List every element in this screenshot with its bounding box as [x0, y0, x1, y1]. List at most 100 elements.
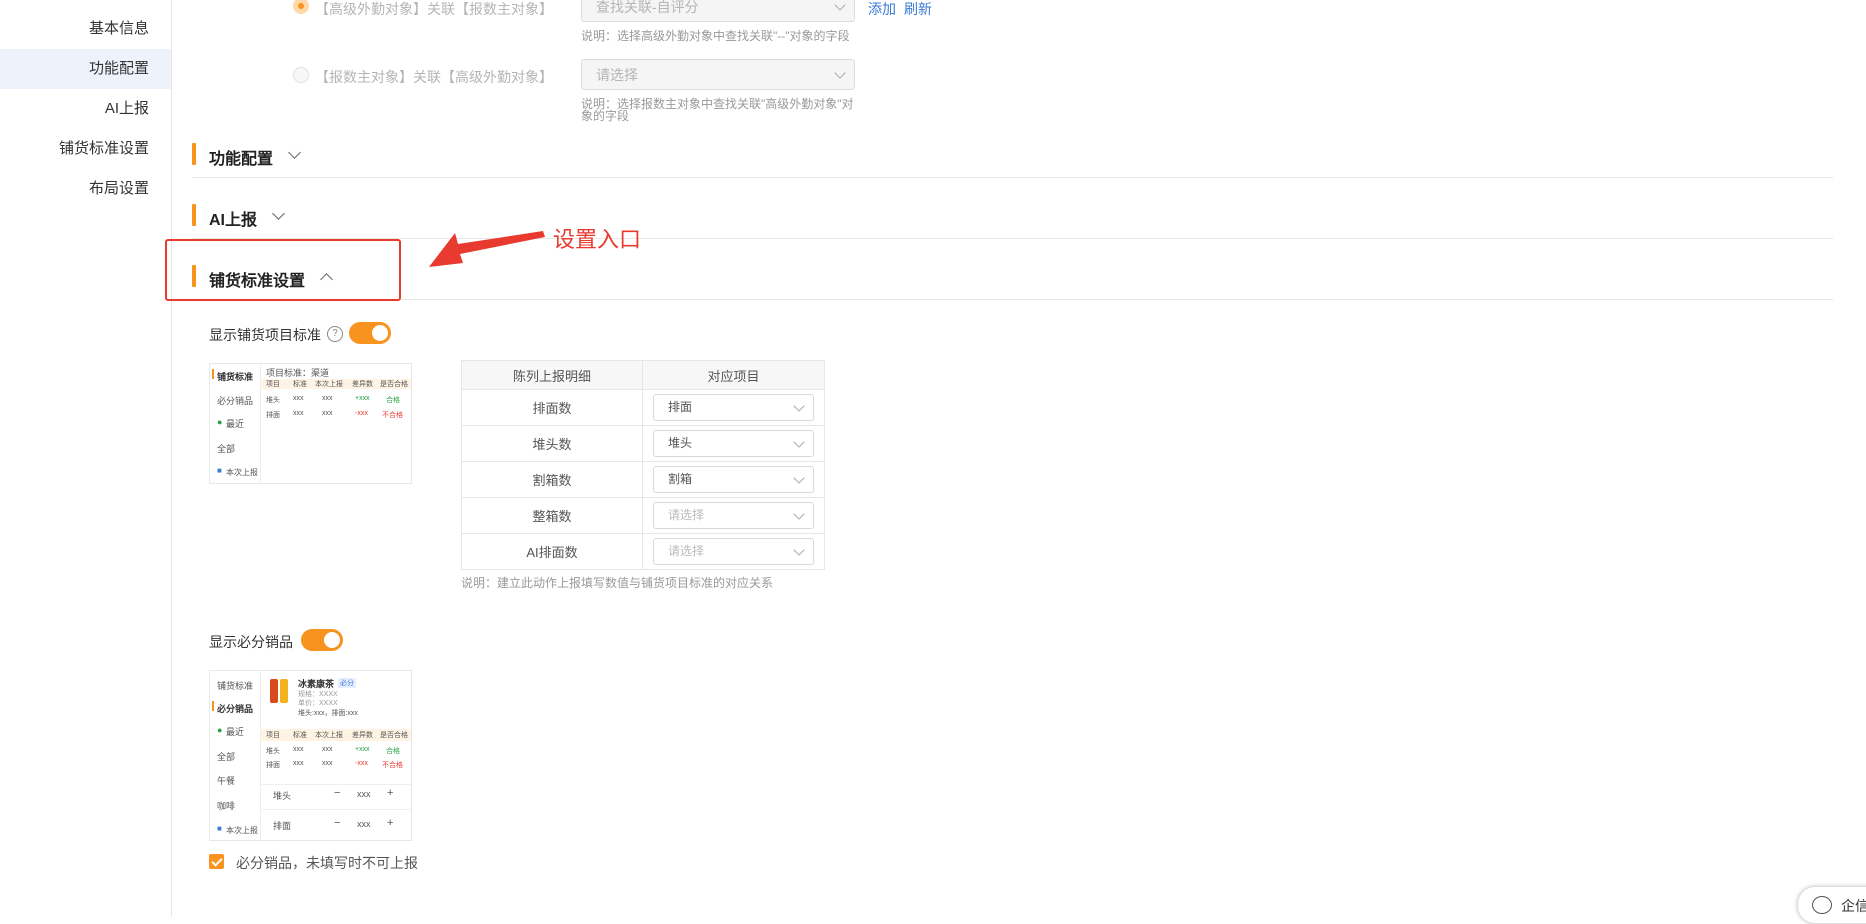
display-standard-label: 显示铺货项目标准	[209, 327, 321, 343]
chevron-down-icon[interactable]	[288, 146, 301, 159]
chevron-down-icon[interactable]	[272, 207, 285, 220]
thumb-cell: xxx	[322, 760, 333, 767]
display-standard-toggle[interactable]	[349, 322, 391, 344]
thumb-tab: 最近	[226, 419, 245, 429]
table-cell-name: 堆头数	[461, 425, 643, 462]
thumb-tab: 必分销品	[217, 396, 254, 406]
must-sell-preview: 铺货标准 必分销品 ● 最近 全部 午餐 咖啡 ■ 本次上报 冰素康茶 必分 规…	[209, 670, 412, 841]
relation-label-2: 【报数主对象】关联【高级外勤对象】	[315, 69, 553, 85]
relation-select-1-value: 查找关联-自评分	[596, 0, 699, 15]
thumb-cell: -xxx	[355, 760, 368, 767]
thumb-cell: 排面	[266, 412, 280, 419]
thumb-cell: -xxx	[355, 410, 368, 417]
thumb-cell: +xxx	[355, 746, 370, 753]
chevron-down-icon	[793, 544, 805, 556]
refresh-link[interactable]: 刷新	[904, 0, 932, 19]
section-title-display-standard[interactable]: 铺货标准设置	[209, 267, 305, 291]
thumb-stepper-label: 堆头	[273, 791, 292, 801]
mapping-select[interactable]: 排面	[653, 394, 814, 421]
thumb-cell: xxx	[293, 746, 304, 753]
thumb-tab: ■	[217, 824, 222, 833]
help-icon[interactable]: ?	[327, 326, 343, 342]
mapping-table: 陈列上报明细 对应项目 排面数 排面 堆头数 堆头 割箱数 割箱 整箱数 请选择…	[461, 360, 825, 570]
thumb-stepper-value: xxx	[357, 789, 371, 799]
chat-float-button[interactable]: 企信	[1797, 886, 1866, 924]
sidebar-item-display-standard[interactable]: 铺货标准设置	[0, 129, 171, 169]
mapping-select[interactable]: 请选择	[653, 502, 814, 529]
thumb-product-meta: 单价：XXXX	[298, 700, 338, 707]
thumb-tab: 铺货标准	[217, 372, 254, 382]
thumb-col: 差异数	[352, 381, 373, 388]
thumb-tab: 本次上报	[226, 826, 258, 835]
thumb-cell: xxx	[322, 395, 333, 402]
table-row: 割箱数 割箱	[461, 461, 825, 498]
thumb-col: 项目	[266, 381, 280, 388]
sidebar-item-function-config[interactable]: 功能配置	[0, 49, 171, 89]
thumb-tab: 全部	[217, 752, 236, 762]
thumb-tab: 最近	[226, 727, 245, 737]
relation-radio-1[interactable]	[293, 0, 309, 14]
section-title-function[interactable]: 功能配置	[209, 145, 273, 169]
thumb-col: 是否合格	[380, 732, 408, 739]
section-title-ai[interactable]: AI上报	[209, 206, 257, 230]
table-header: 对应项目	[642, 360, 825, 390]
add-link[interactable]: 添加	[868, 0, 896, 19]
mapping-select-value: 割箱	[668, 472, 693, 486]
thumb-cell: xxx	[293, 760, 304, 767]
table-cell-name: AI排面数	[461, 533, 643, 570]
thumb-tab: 本次上报	[226, 468, 258, 477]
mapping-select[interactable]: 割箱	[653, 466, 814, 493]
thumb-cell: 不合格	[382, 412, 403, 419]
thumb-cell: 合格	[386, 397, 400, 404]
sidebar-item-layout[interactable]: 布局设置	[0, 169, 171, 209]
thumb-cell: xxx	[293, 395, 304, 402]
table-header: 陈列上报明细	[461, 360, 643, 390]
chat-label: 企信	[1841, 898, 1866, 914]
divider	[401, 299, 1833, 300]
sidebar: 基本信息 功能配置 AI上报 铺货标准设置 布局设置	[0, 0, 172, 917]
chevron-down-icon	[834, 67, 846, 79]
mapping-note: 说明：建立此动作上报填写数值与铺货项目标准的对应关系	[461, 576, 774, 590]
chevron-down-icon	[793, 436, 805, 448]
sidebar-item-ai-report[interactable]: AI上报	[0, 89, 171, 129]
table-row: 堆头数 堆头	[461, 425, 825, 462]
thumb-tab: 铺货标准	[217, 681, 254, 691]
section-accent-bar	[192, 143, 196, 165]
thumb-tab: 全部	[217, 444, 236, 454]
table-row: 整箱数 请选择	[461, 497, 825, 534]
thumb-stepper-label: 排面	[273, 821, 292, 831]
section-accent-bar	[192, 265, 196, 287]
relation-radio-2[interactable]	[293, 67, 309, 83]
thumb-col: 项目	[266, 732, 280, 739]
mapping-select[interactable]: 堆头	[653, 430, 814, 457]
mapping-select-value: 排面	[668, 400, 693, 414]
mapping-select-placeholder: 请选择	[668, 508, 705, 522]
mapping-select[interactable]: 请选择	[653, 538, 814, 565]
mapping-table-wrap: 陈列上报明细 对应项目 排面数 排面 堆头数 堆头 割箱数 割箱 整箱数 请选择…	[461, 360, 825, 570]
table-row: 排面数 排面	[461, 389, 825, 426]
must-sell-required-checkbox[interactable]	[209, 854, 224, 869]
divider	[192, 177, 1833, 178]
plus-icon: +	[387, 817, 394, 829]
relation-select-1[interactable]: 查找关联-自评分	[581, 0, 855, 22]
minus-icon: −	[334, 817, 341, 829]
table-cell-name: 割箱数	[461, 461, 643, 498]
sidebar-item-basic-info[interactable]: 基本信息	[0, 9, 171, 49]
thumb-stepper-value: xxx	[357, 819, 371, 829]
must-sell-toggle[interactable]	[301, 629, 343, 651]
relation-select-2[interactable]: 请选择	[581, 59, 855, 90]
thumb-product-tag: 必分	[338, 678, 356, 688]
thumb-cell: xxx	[322, 410, 333, 417]
thumb-col: 标准	[293, 732, 307, 739]
thumb-cell: xxx	[322, 746, 333, 753]
chevron-down-icon	[793, 400, 805, 412]
relation-note-2-line2: 象的字段	[581, 109, 630, 123]
chevron-down-icon	[834, 0, 846, 11]
thumb-product-meta: 堆头:xxx，排面:xxx	[298, 710, 358, 717]
thumb-tab: ■	[217, 466, 222, 475]
thumb-col: 是否合格	[380, 381, 408, 388]
thumb-tab: 午餐	[217, 776, 236, 786]
product-image	[280, 679, 288, 703]
product-image	[270, 679, 278, 703]
table-cell-name: 排面数	[461, 389, 643, 426]
